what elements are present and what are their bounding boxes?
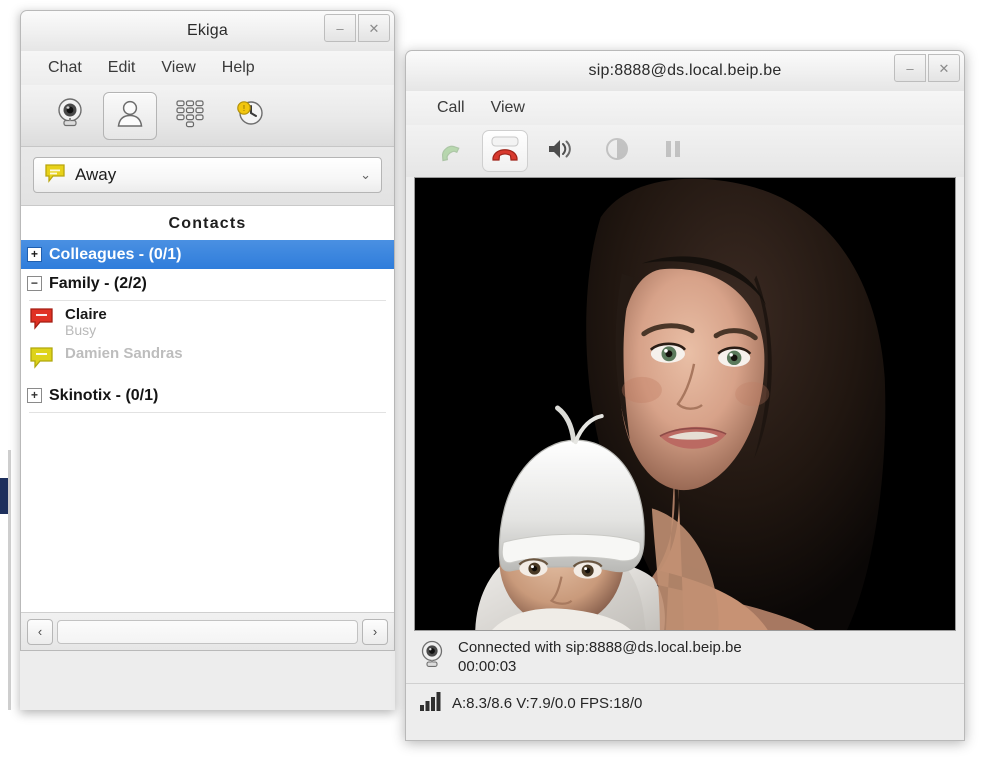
green-phone-icon <box>435 135 463 168</box>
dialpad-icon <box>173 96 207 135</box>
call-window-controls: – ✕ <box>894 54 960 82</box>
menu-view[interactable]: View <box>148 57 208 79</box>
menu-help[interactable]: Help <box>209 57 268 79</box>
ekiga-main-window: Ekiga – ✕ Chat Edit View Help <box>20 10 395 710</box>
signal-bars-icon <box>418 690 442 717</box>
contact-row-damien-sandras[interactable]: Damien Sandras <box>21 342 394 379</box>
menu-chat[interactable]: Chat <box>35 57 95 79</box>
expander-icon[interactable]: + <box>27 247 42 262</box>
contacts-horizontal-scrollbar[interactable]: ‹ › <box>21 612 394 650</box>
contact-group-label: Family - (2/2) <box>49 275 147 293</box>
contact-group-label: Skinotix - (0/1) <box>49 387 158 405</box>
scroll-left-button[interactable]: ‹ <box>27 619 53 645</box>
menu-view[interactable]: View <box>478 97 538 119</box>
call-window-titlebar[interactable]: sip:8888@ds.local.beip.be – ✕ <box>405 50 965 91</box>
webcam-icon <box>418 639 446 674</box>
contact-presence: Busy <box>65 323 107 338</box>
call-duration: 00:00:03 <box>458 658 742 677</box>
list-divider <box>29 300 386 301</box>
webcam-button[interactable] <box>43 92 97 140</box>
call-status-row: Connected with sip:8888@ds.local.beip.be… <box>406 631 964 683</box>
history-button[interactable]: ! <box>223 92 277 140</box>
presence-status-row: Away ⌄ <box>21 147 394 205</box>
contact-group-label: Colleagues - (0/1) <box>49 246 181 264</box>
ekiga-window-title: Ekiga <box>187 22 228 40</box>
call-menubar: Call View <box>405 91 965 125</box>
contact-group-family[interactable]: − Family - (2/2) <box>21 269 394 298</box>
contacts-button[interactable] <box>103 92 157 140</box>
person-icon <box>114 97 146 134</box>
contact-text: Claire Busy <box>65 307 107 338</box>
pause-icon <box>662 137 684 166</box>
call-window-title: sip:8888@ds.local.beip.be <box>589 62 782 80</box>
pickup-call-button[interactable] <box>426 130 472 172</box>
call-status-connected: Connected with sip:8888@ds.local.beip.be <box>458 639 742 658</box>
away-bubble-icon <box>29 346 55 375</box>
menu-edit[interactable]: Edit <box>95 57 149 79</box>
background-window-edge <box>8 450 11 710</box>
contact-name: Claire <box>65 307 107 323</box>
expander-icon[interactable]: + <box>27 388 42 403</box>
call-stats-bar: A:8.3/8.6 V:7.9/0.0 FPS:18/0 <box>406 683 964 723</box>
presence-status-label: Away <box>75 165 360 185</box>
contact-group-colleagues[interactable]: + Colleagues - (0/1) <box>21 240 394 269</box>
contact-group-skinotix[interactable]: + Skinotix - (0/1) <box>21 381 394 410</box>
hangup-call-button[interactable] <box>482 130 528 172</box>
ekiga-minimize-button[interactable]: – <box>324 14 356 42</box>
chevron-down-icon[interactable]: ⌄ <box>360 167 371 183</box>
call-toolbar <box>406 125 964 177</box>
brightness-circle-icon <box>604 136 630 167</box>
contact-name: Damien Sandras <box>65 346 183 362</box>
ekiga-body: ! Away ⌄ Contacts <box>20 85 395 651</box>
presence-status-combo[interactable]: Away ⌄ <box>33 157 382 193</box>
call-window: sip:8888@ds.local.beip.be – ✕ Call View <box>405 50 965 740</box>
call-stats-text: A:8.3/8.6 V:7.9/0.0 FPS:18/0 <box>452 695 642 712</box>
ekiga-window-controls: – ✕ <box>324 14 390 42</box>
contacts-header: Contacts <box>21 206 394 240</box>
scroll-trough[interactable] <box>57 620 358 644</box>
ekiga-toolbar: ! <box>21 85 394 147</box>
call-close-button[interactable]: ✕ <box>928 54 960 82</box>
webcam-icon <box>53 96 87 135</box>
busy-bubble-icon <box>29 307 55 336</box>
list-divider <box>29 412 386 413</box>
contacts-list-area[interactable]: Contacts + Colleagues - (0/1) − Family -… <box>21 205 394 650</box>
ekiga-titlebar[interactable]: Ekiga – ✕ <box>20 10 395 51</box>
call-status-lines: Connected with sip:8888@ds.local.beip.be… <box>458 639 742 677</box>
background-window-sliver[interactable] <box>0 478 8 514</box>
history-clock-icon: ! <box>233 96 267 135</box>
scroll-right-button[interactable]: › <box>362 619 388 645</box>
dialpad-button[interactable] <box>163 92 217 140</box>
contact-text: Damien Sandras <box>65 346 183 362</box>
ekiga-close-button[interactable]: ✕ <box>358 14 390 42</box>
speaker-icon <box>546 136 576 167</box>
menu-call[interactable]: Call <box>424 97 478 119</box>
contact-row-claire[interactable]: Claire Busy <box>21 303 394 342</box>
audio-settings-button[interactable] <box>538 130 584 172</box>
call-window-body: Connected with sip:8888@ds.local.beip.be… <box>405 125 965 741</box>
video-settings-button[interactable] <box>594 130 640 172</box>
video-pane[interactable] <box>414 177 956 631</box>
hold-call-button[interactable] <box>650 130 696 172</box>
call-minimize-button[interactable]: – <box>894 54 926 82</box>
remote-video-photo <box>415 178 955 630</box>
ekiga-menubar: Chat Edit View Help <box>20 51 395 85</box>
red-phone-hangup-icon <box>488 134 522 169</box>
away-bubble-icon <box>44 163 66 188</box>
expander-icon[interactable]: − <box>27 276 42 291</box>
svg-text:!: ! <box>243 104 245 113</box>
